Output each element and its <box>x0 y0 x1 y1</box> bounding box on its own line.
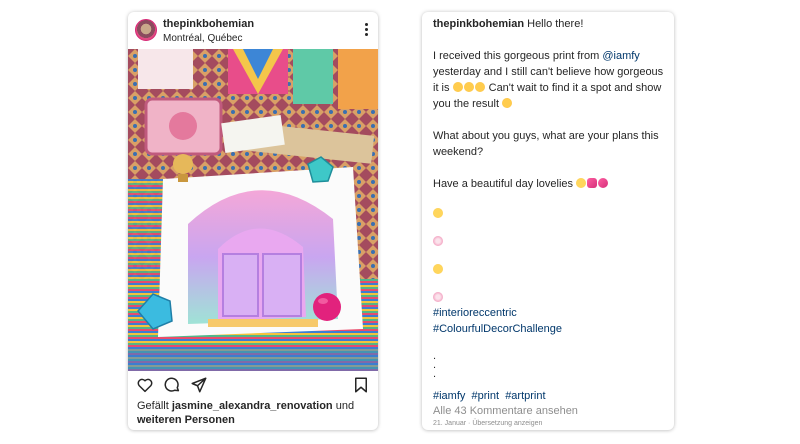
dot-separator: . <box>433 350 437 362</box>
caption-p2: What about you guys, what are your plans… <box>433 130 659 158</box>
likes-user[interactable]: jasmine_alexandra_renovation <box>172 400 333 412</box>
post-photo-illustration <box>128 49 378 371</box>
post-card: thepinkbohemian Montréal, Québec Gefällt… <box>128 12 378 430</box>
dot-separator: . <box>433 359 437 371</box>
caption-paragraph-1: I received this gorgeous print from @iam… <box>433 48 665 112</box>
more-options-icon[interactable] <box>365 23 369 37</box>
comment-icon[interactable] <box>163 376 181 394</box>
post-photo[interactable] <box>128 49 378 371</box>
view-comments-link[interactable]: Alle 43 Kommentare ansehen <box>433 405 665 417</box>
likes-prefix: Gefällt <box>137 400 172 412</box>
hashtag-link[interactable]: #interioreccentric <box>433 305 665 321</box>
smile-emoji-icon <box>576 178 587 188</box>
smile-emoji-icon <box>433 208 443 218</box>
caption-p3: Have a beautiful day lovelies <box>433 178 577 190</box>
heart-eyes-emoji-icon <box>463 82 474 92</box>
dot-separator: . <box>433 368 437 380</box>
wink-emoji-icon <box>502 98 513 108</box>
heart-eyes-emoji-icon <box>452 82 463 92</box>
comments-block: Alle 43 Kommentare ansehen <box>433 405 665 417</box>
caption-dots: . . . <box>433 350 665 380</box>
caption-p1-a: I received this gorgeous print from <box>433 50 603 62</box>
meta-block: 21. Januar · Übersetzung anzeigen <box>433 420 665 427</box>
emoji-column <box>433 196 665 308</box>
caption-card: thepinkbohemian Hello there! I received … <box>422 12 674 430</box>
post-location[interactable]: Montréal, Québec <box>163 33 243 44</box>
avatar[interactable] <box>135 19 157 41</box>
mention-link[interactable]: @iamfy <box>602 50 639 62</box>
caption-paragraph-3: Have a beautiful day lovelies <box>433 176 665 192</box>
heart-eyes-emoji-icon <box>474 82 485 92</box>
hashtag-link[interactable]: #ColourfulDecorChallenge <box>433 321 665 337</box>
hashtags-group-2: #iamfy #print #artprint <box>433 388 665 404</box>
hearts-emoji-icon <box>587 178 598 188</box>
caption-paragraph-2: What about you guys, what are your plans… <box>433 128 665 160</box>
hashtag-link[interactable]: #print <box>472 390 500 402</box>
translate-link[interactable]: Übersetzung anzeigen <box>472 420 542 427</box>
blossom-emoji-icon <box>433 292 443 302</box>
likes-suffix: und <box>332 400 355 412</box>
post-username[interactable]: thepinkbohemian <box>163 18 254 30</box>
caption-greeting: thepinkbohemian Hello there! <box>433 16 665 32</box>
caption-username[interactable]: thepinkbohemian <box>433 18 524 30</box>
share-icon[interactable] <box>190 376 208 394</box>
post-header: thepinkbohemian Montréal, Québec <box>128 12 378 48</box>
blossom-emoji-icon <box>433 236 443 246</box>
caption-greeting-text: Hello there! <box>527 18 584 30</box>
smile-emoji-icon <box>433 264 443 274</box>
post-actions <box>136 376 370 394</box>
likes-text[interactable]: Gefällt jasmine_alexandra_renovation und… <box>137 399 369 427</box>
post-date: 21. Januar <box>433 420 467 427</box>
hashtag-link[interactable]: #artprint <box>505 390 545 402</box>
hashtag-link[interactable]: #iamfy <box>433 390 465 402</box>
bookmark-icon[interactable] <box>352 376 370 394</box>
hashtags-group-1: #interioreccentric #ColourfulDecorChalle… <box>433 305 665 337</box>
likes-more[interactable]: weiteren Personen <box>137 414 235 426</box>
heart-emoji-icon <box>598 178 609 188</box>
heart-icon[interactable] <box>136 376 154 394</box>
